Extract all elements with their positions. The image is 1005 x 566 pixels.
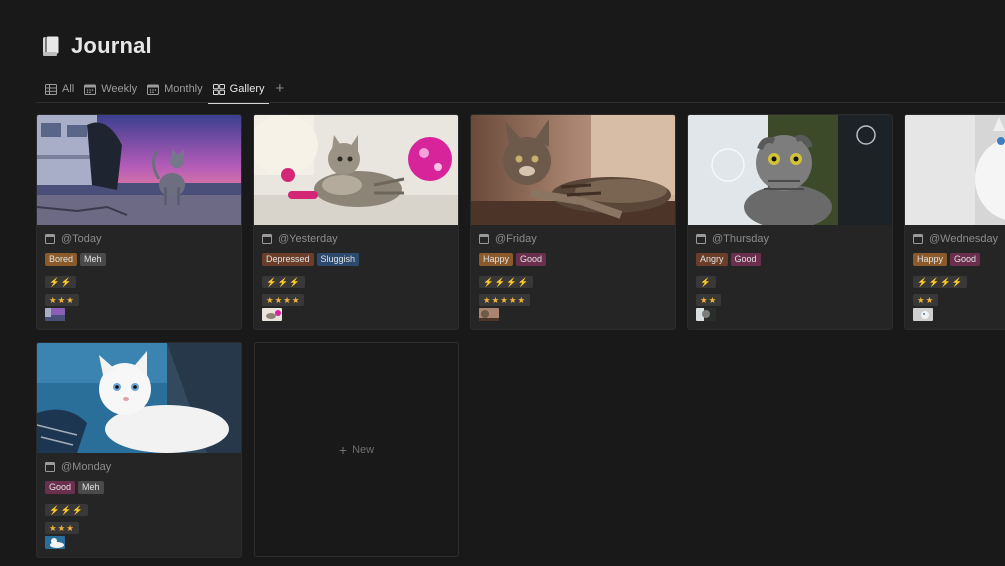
card-cover-image [905,115,1005,225]
date-value: @Thursday [712,233,770,245]
photo-thumbnail [262,308,282,321]
date-property: @Thursday [696,232,884,246]
tab-weekly[interactable]: Weekly [79,77,142,101]
mood-tag: Happy [913,253,948,266]
date-value: @Wednesday [929,233,999,245]
cat-on-beach-sunset-image [37,115,241,225]
gallery-icon [212,83,225,95]
new-card-button[interactable]: + New [254,342,459,557]
scottish-fold-bubbles-image [688,115,892,225]
add-view-button[interactable]: + [269,77,290,101]
mood-tag: Meh [80,253,106,266]
date-property: @Yesterday [262,232,450,246]
date-value: @Yesterday [278,233,338,245]
tab-gallery[interactable]: Gallery [207,77,270,104]
star-rating: ★★★★★ [479,294,531,306]
gallery-card-friday[interactable]: @Friday Happy Good ⚡⚡⚡⚡ ★★★★★ [470,114,676,330]
star-rating: ★★★ [45,294,79,306]
calendar-icon [479,234,489,244]
mood-tag: Good [45,481,76,494]
energy-rating: ⚡⚡⚡ [45,504,88,516]
tab-label: Weekly [101,83,138,95]
calendar-icon [913,234,923,244]
mood-tags: Happy Good [479,253,667,266]
card-cover-image [471,115,675,225]
mood-tag: Bored [45,253,78,266]
page-header: Journal [41,33,152,59]
kitten-with-pink-ball-image [254,115,458,225]
star-rating: ★★ [913,294,939,306]
mood-tags: Happy Good [913,253,1005,266]
energy-rating: ⚡⚡⚡⚡ [479,276,534,288]
gallery-card-thursday[interactable]: @Thursday Angry Good ⚡ ★★ [687,114,893,330]
table-icon [45,83,57,95]
calendar-icon [147,84,160,95]
gallery-card-wednesday[interactable]: @Wednesday Happy Good ⚡⚡⚡⚡ ★★ [904,114,1005,330]
calendar-icon [45,462,55,472]
gallery-card-today[interactable]: @Today Bored Meh ⚡⚡ ★★★ [36,114,242,330]
energy-rating: ⚡⚡⚡ [262,276,305,288]
book-icon [41,35,61,57]
mood-tag: Depressed [262,253,314,266]
photo-thumbnail [913,308,933,321]
card-cover-image [688,115,892,225]
page-title: Journal [71,33,152,58]
energy-rating: ⚡ [696,276,716,288]
mood-tag: Sluggish [316,253,360,266]
star-rating: ★★ [696,294,722,306]
tab-monthly[interactable]: Monthly [142,77,208,101]
calendar-icon [696,234,706,244]
journal-page: Journal All Weekly Monthly Gallery + @To… [0,0,1005,566]
date-property: @Monday [45,460,233,474]
calendar-icon [262,234,272,244]
date-property: @Today [45,232,233,246]
star-rating: ★★★ [45,522,79,534]
gallery-card-yesterday[interactable]: @Yesterday Depressed Sluggish ⚡⚡⚡ ★★★★ [253,114,459,330]
photo-thumbnail [45,308,65,321]
tab-label: Gallery [229,83,265,95]
photo-thumbnail [45,536,65,549]
date-property: @Friday [479,232,667,246]
new-card-label: New [352,443,375,456]
gallery-card-monday[interactable]: @Monday Good Meh ⚡⚡⚡ ★★★ [36,342,242,558]
date-property: @Wednesday [913,232,1005,246]
energy-rating: ⚡⚡⚡⚡ [913,276,968,288]
plus-icon: + [338,441,348,458]
mood-tag: Meh [78,481,104,494]
tabs-divider [36,102,1005,103]
mood-tag: Angry [696,253,728,266]
card-cover-image [254,115,458,225]
date-value: @Friday [495,233,537,245]
card-cover-image [37,115,241,225]
tabby-lying-on-floor-image [471,115,675,225]
white-fluffy-cat-image [37,343,241,453]
photo-thumbnail [696,308,716,321]
mood-tags: Angry Good [696,253,884,266]
date-value: @Monday [61,461,112,473]
photo-thumbnail [479,308,499,321]
tab-label: Monthly [164,83,203,95]
mood-tag: Good [730,253,761,266]
mood-tags: Depressed Sluggish [262,253,450,266]
card-cover-image [37,343,241,453]
white-cat-blue-eyes-image [905,115,1005,225]
view-tabs: All Weekly Monthly Gallery + [40,76,290,104]
date-value: @Today [61,233,102,245]
mood-tag: Happy [479,253,514,266]
energy-rating: ⚡⚡ [45,276,77,288]
star-rating: ★★★★ [262,294,305,306]
calendar-icon [84,84,97,95]
mood-tags: Bored Meh [45,253,233,266]
mood-tag: Good [516,253,547,266]
mood-tag: Good [950,253,981,266]
mood-tags: Good Meh [45,481,233,494]
calendar-icon [45,234,55,244]
tab-label: All [62,83,75,95]
tab-all[interactable]: All [40,77,79,101]
